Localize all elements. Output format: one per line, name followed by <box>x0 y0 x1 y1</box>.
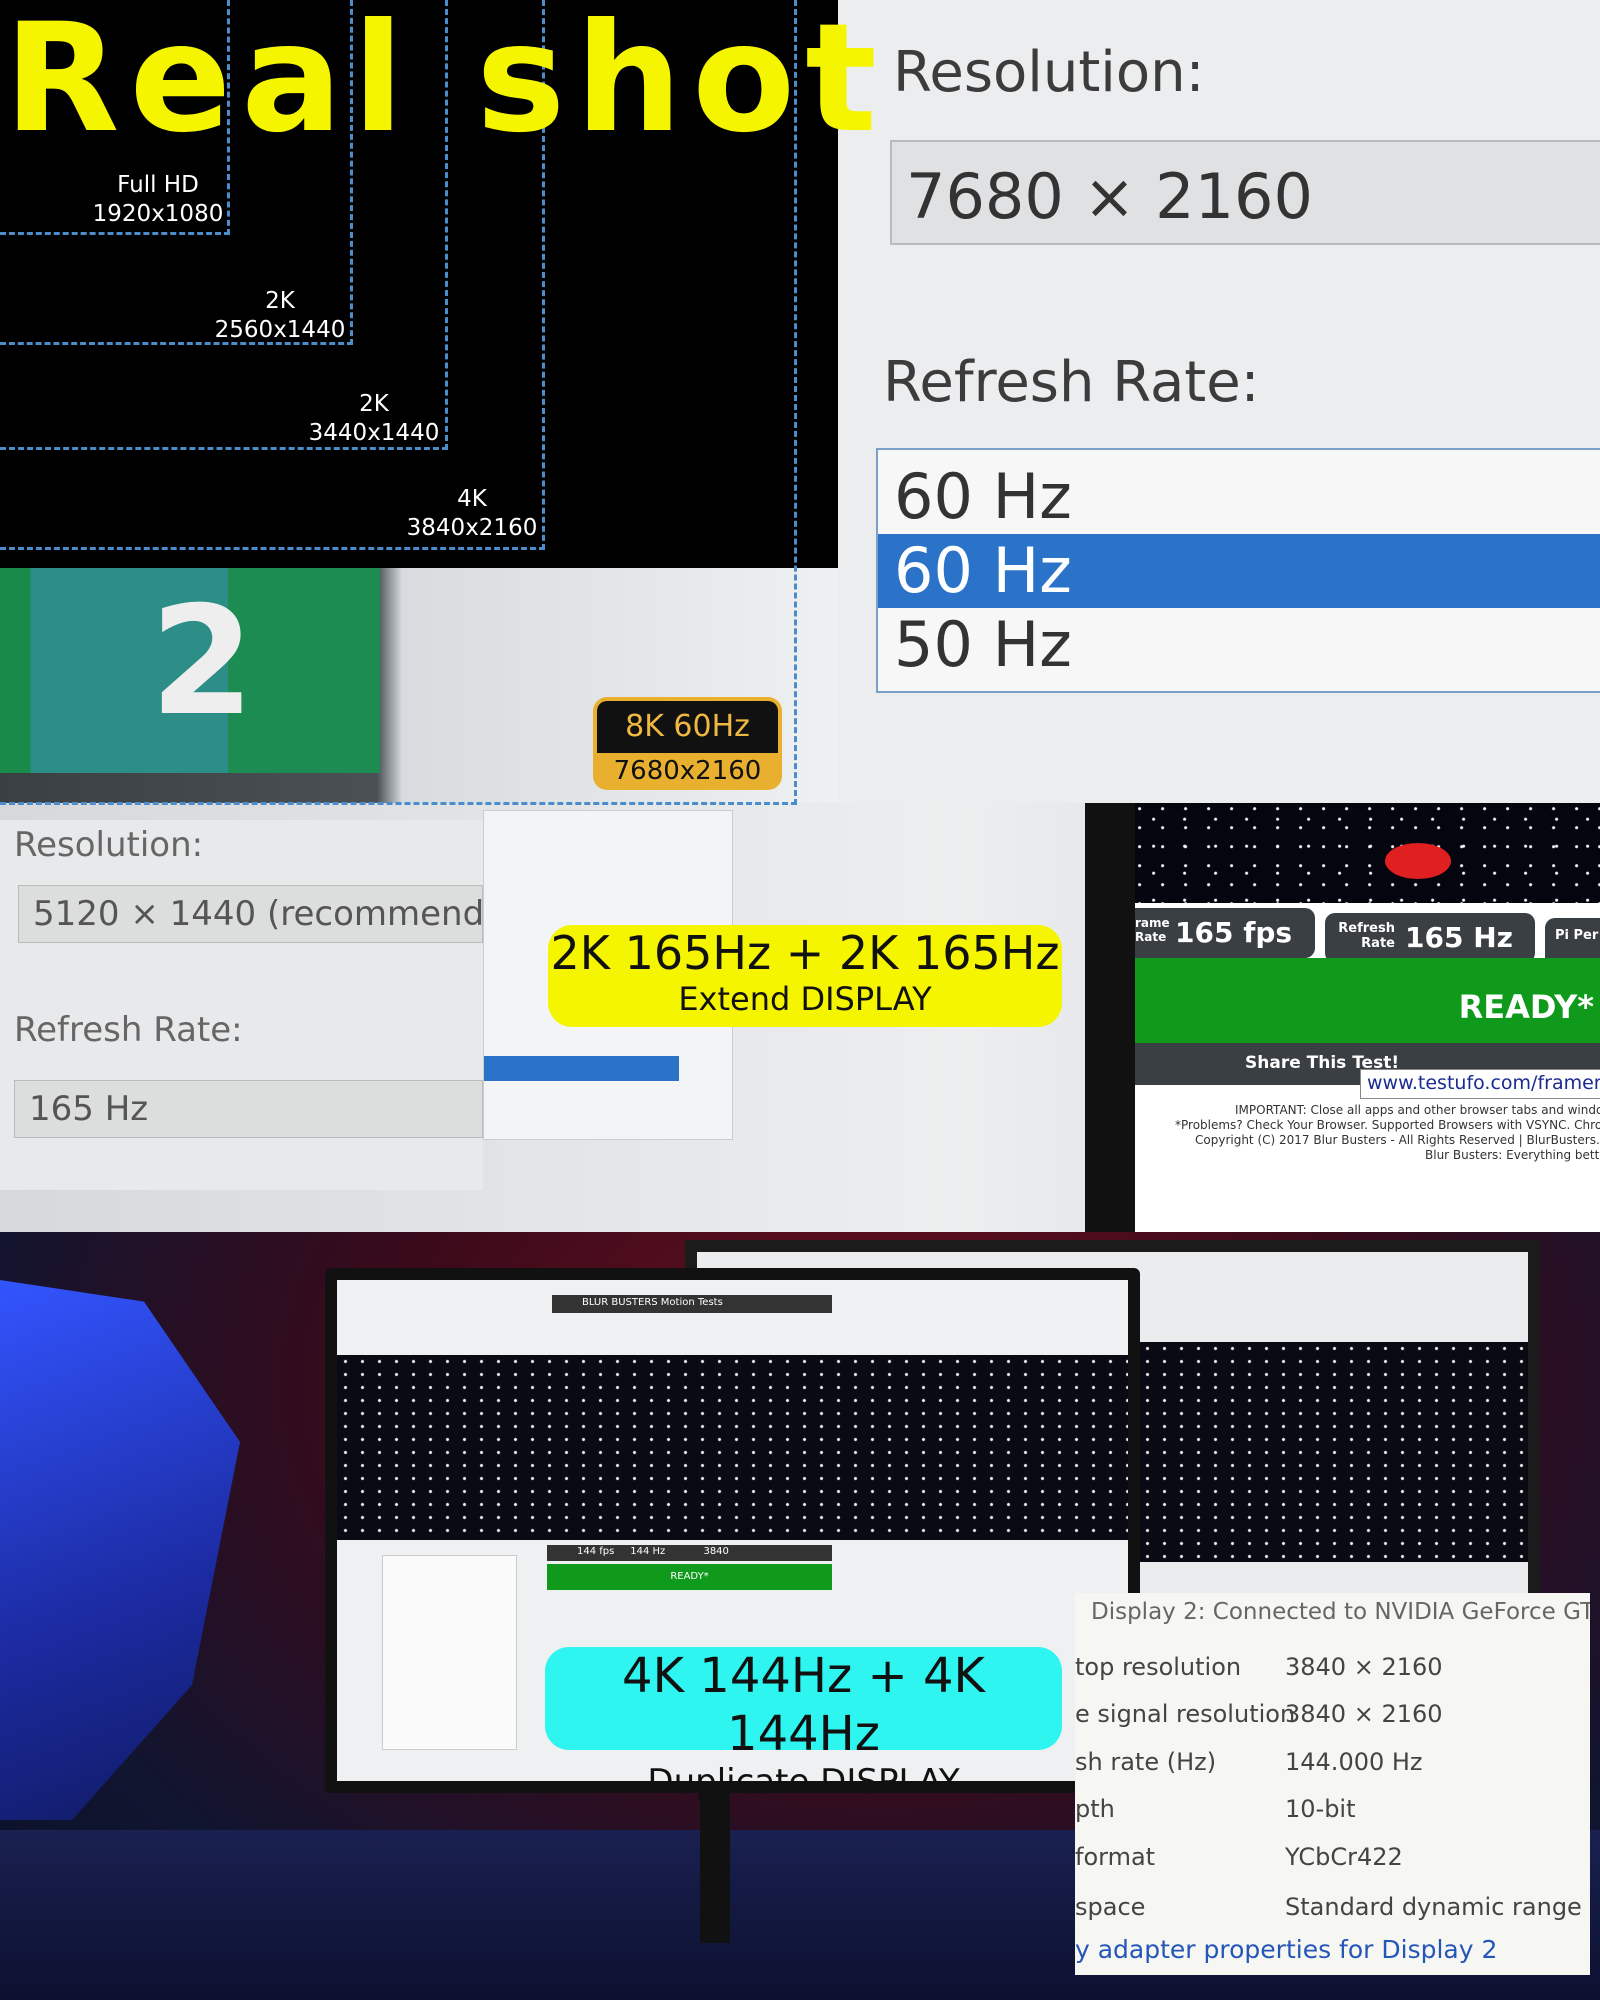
display-title: Display 2: Connected to NVIDIA GeForce G… <box>1091 1599 1590 1625</box>
refresh-rate-value: 144 Hz <box>630 1546 666 1557</box>
badge-title: 8K 60Hz <box>597 701 778 753</box>
duplicate-display-label: 4K 144Hz + 4K 144Hz Duplicate DISPLAY <box>545 1647 1062 1801</box>
frame-rate-stat: rame Rate 165 fps <box>1135 908 1315 958</box>
note: Copyright (C) 2017 Blur Busters - All Ri… <box>1195 1133 1600 1147</box>
refresh-field[interactable]: 165 Hz <box>14 1080 483 1138</box>
8k-badge: 8K 60Hz 7680x2160 <box>593 697 782 790</box>
refresh-rate-value: 165 Hz <box>1405 921 1513 954</box>
ready-bar[interactable]: READY* <box>1135 958 1600 1043</box>
ready-bar: READY* <box>547 1564 832 1590</box>
resolution-field[interactable]: 5120 × 1440 (recommended <box>18 885 483 943</box>
extend-mode: Extend DISPLAY <box>678 980 932 1018</box>
pixels-value: 3840 <box>703 1546 729 1557</box>
8k-display-settings: Resolution: 7680 × 2160 Refresh Rate: 60… <box>838 0 1600 803</box>
stats-bar: 144 fps 144 Hz 3840 <box>547 1545 832 1561</box>
refresh-option[interactable]: 50 Hz <box>878 608 1600 682</box>
adapter-properties-link[interactable]: y adapter properties for Display 2 <box>1075 1935 1497 1964</box>
refresh-rate-stat: Refresh Rate 165 Hz <box>1325 913 1535 963</box>
settings-window <box>382 1555 517 1750</box>
testufo-screen: rame Rate 165 fps Refresh Rate 165 Hz Pi… <box>1135 803 1600 1232</box>
resolution-field[interactable]: 7680 × 2160 <box>890 140 1600 245</box>
2k-display-settings: Resolution: 5120 × 1440 (recommended Ref… <box>0 820 483 1190</box>
starfield <box>1135 803 1600 903</box>
starfield <box>337 1355 1128 1540</box>
refresh-option[interactable]: 60 Hz <box>878 460 1600 534</box>
tier-fullhd: Full HD 1920x1080 <box>92 172 224 227</box>
share-url[interactable]: www.testufo.com/framerates#cou <box>1360 1069 1600 1099</box>
duplicate-mode: Duplicate DISPLAY <box>647 1762 960 1802</box>
blurbusters-header: BLUR BUSTERS Motion Tests <box>552 1295 832 1313</box>
headline: Real shot <box>4 0 887 166</box>
refresh-rate-label: Refresh Rate <box>1338 921 1395 951</box>
note: Blur Busters: Everything better th <box>1425 1148 1600 1162</box>
resolution-label: Resolution: <box>14 825 204 865</box>
note: IMPORTANT: Close all apps and other brow… <box>1235 1103 1600 1117</box>
advanced-display-info: Display 2: Connected to NVIDIA GeForce G… <box>1075 1593 1590 1975</box>
refresh-rate-list[interactable]: 60 Hz 60 Hz 50 Hz <box>876 448 1600 693</box>
tier-4k: 4K 3840x2160 <box>406 486 538 541</box>
frame-rate-label: rame Rate <box>1135 916 1170 944</box>
badge-resolution: 7680x2160 <box>613 756 762 786</box>
tier-2k: 2K 2560x1440 <box>214 288 346 343</box>
frame-rate-value: 165 fps <box>1175 916 1293 949</box>
tier-2k-ultrawide: 2K 3440x1440 <box>308 391 440 446</box>
extend-spec: 2K 165Hz + 2K 165Hz <box>550 926 1060 980</box>
monitor-stand <box>700 1793 730 1943</box>
monitor-bezel <box>1085 803 1135 1232</box>
refresh-label: Refresh Rate: <box>883 350 1260 415</box>
extend-display-label: 2K 165Hz + 2K 165Hz Extend DISPLAY <box>548 925 1062 1027</box>
frame-rate-value: 144 fps <box>577 1546 615 1557</box>
duplicate-spec: 4K 144Hz + 4K 144Hz <box>622 1648 985 1762</box>
resolution-label: Resolution: <box>893 40 1205 105</box>
refresh-option-selected[interactable]: 60 Hz <box>878 534 1600 608</box>
note: *Problems? Check Your Browser. Supported… <box>1175 1118 1600 1132</box>
ufo-icon <box>1385 843 1451 879</box>
refresh-label: Refresh Rate: <box>14 1010 243 1050</box>
